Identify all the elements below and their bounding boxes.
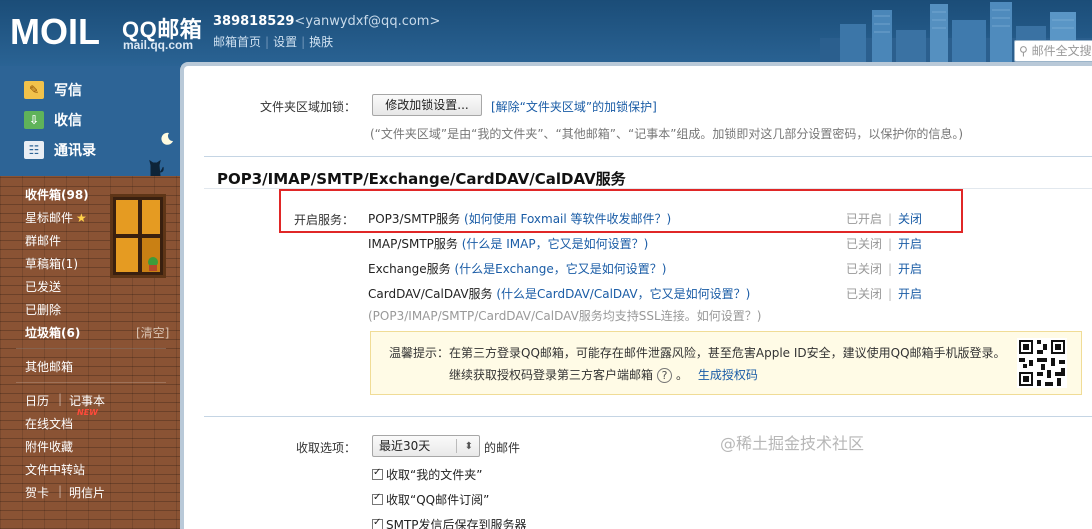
open-imap-button[interactable]: 开启 bbox=[898, 235, 922, 252]
checkbox-checked-icon[interactable] bbox=[372, 517, 383, 529]
open-exchange-button[interactable]: 开启 bbox=[898, 260, 922, 277]
online-docs-link[interactable]: 在线文档 bbox=[25, 415, 73, 432]
folder-lock-label: 文件夹区域加锁： bbox=[260, 100, 357, 114]
service-help-link[interactable]: (如何使用 Foxmail 等软件收发邮件？) bbox=[464, 212, 671, 226]
checkbox-qq-subscription[interactable]: 收取“QQ邮件订阅” bbox=[372, 491, 489, 508]
receive-mail-button[interactable]: ⇩ 收信 bbox=[24, 108, 82, 132]
close-pop3-button[interactable]: 关闭 bbox=[898, 210, 922, 227]
receive-suffix: 的邮件 bbox=[484, 441, 521, 455]
service-status: 已关闭 | bbox=[846, 287, 893, 301]
unlock-folder-link[interactable]: [解除“文件夹区域”的加锁保护] bbox=[491, 98, 657, 115]
top-links: 邮箱首页 | 设置 | 换肤 bbox=[213, 35, 334, 49]
folder-group-mail[interactable]: 群邮件 bbox=[25, 232, 61, 249]
star-icon: ★ bbox=[76, 211, 87, 225]
enable-service-label: 开启服务： bbox=[294, 213, 355, 227]
security-tip-text: 温馨提示：在第三方登录QQ邮箱，可能存在邮件泄露风险，甚至危害Apple ID安… bbox=[389, 346, 1006, 360]
folder-spam[interactable]: 垃圾箱(6) bbox=[25, 324, 80, 341]
section-title: POP3/IMAP/SMTP/Exchange/CardDAV/CalDAV服务 bbox=[217, 170, 626, 188]
service-status: 已关闭 | bbox=[846, 237, 893, 251]
generate-auth-code-link[interactable]: 生成授权码 bbox=[698, 368, 758, 382]
service-imap-smtp: IMAP/SMTP服务 (什么是 IMAP，它又是如何设置？) bbox=[368, 237, 649, 251]
qr-code-icon bbox=[1017, 338, 1067, 388]
service-status: 已关闭 | bbox=[846, 262, 893, 276]
brand-domain: mail.qq.com bbox=[123, 38, 194, 52]
top-bar: MOIL QQ邮箱 mail.qq.com 389818529<yanwydxf… bbox=[0, 0, 1092, 66]
account-line: 389818529<yanwydxf@qq.com> bbox=[213, 14, 440, 29]
contacts-card-icon: ☷ bbox=[24, 141, 44, 159]
compose-button[interactable]: ✎ 写信 bbox=[24, 78, 82, 102]
folder-list: 收件箱(98) 星标邮件 ★ 群邮件 草稿箱(1) 已发送 已删除 垃圾箱(6) … bbox=[0, 176, 180, 529]
greeting-card-link[interactable]: 贺卡 bbox=[25, 484, 49, 501]
notes-link[interactable]: 记事本 bbox=[69, 392, 105, 409]
ssl-note-link[interactable]: (POP3/IMAP/SMTP/CardDAV/CalDAV服务均支持SSL连接… bbox=[368, 307, 761, 324]
new-badge: NEW bbox=[77, 408, 98, 417]
checkbox-my-folders[interactable]: 收取“我的文件夹” bbox=[372, 466, 482, 483]
file-transfer-link[interactable]: 文件中转站 bbox=[25, 461, 85, 478]
service-pop3-smtp: POP3/SMTP服务 (如何使用 Foxmail 等软件收发邮件？) bbox=[368, 212, 672, 226]
sidebar: ✎ 写信 ⇩ 收信 ☷ 通讯录 收件箱(98) 星标邮件 ★ 群邮件 草稿箱(1)… bbox=[0, 66, 180, 529]
receive-options-label: 收取选项： bbox=[296, 441, 357, 455]
folder-drafts[interactable]: 草稿箱(1) bbox=[25, 255, 78, 272]
folder-lock-note: (“文件夹区域”是由“我的文件夹”、“其他邮箱”、“记事本”组成。加锁即对这几部… bbox=[370, 127, 964, 141]
security-tip-box: 温馨提示：在第三方登录QQ邮箱，可能存在邮件泄露风险，甚至危害Apple ID安… bbox=[370, 331, 1082, 395]
select-arrows-icon: ⬍ bbox=[464, 441, 473, 452]
inbox-download-icon: ⇩ bbox=[24, 111, 44, 129]
account-email: <yanwydxf@qq.com> bbox=[294, 14, 441, 29]
cat-silhouette-icon bbox=[149, 159, 164, 176]
svg-text:MOIL: MOIL bbox=[10, 12, 100, 52]
attachments-link[interactable]: 附件收藏 bbox=[25, 438, 73, 455]
auth-code-line: 继续获取授权码登录第三方客户端邮箱?。 生成授权码 bbox=[449, 368, 758, 383]
question-mark-icon[interactable]: ? bbox=[657, 368, 673, 383]
qq-mail-logo[interactable]: MOIL bbox=[10, 12, 120, 52]
folder-inbox[interactable]: 收件箱(98) bbox=[25, 186, 89, 203]
open-carddav-button[interactable]: 开启 bbox=[898, 285, 922, 302]
postcard-link[interactable]: 明信片 bbox=[69, 484, 105, 501]
checkbox-smtp-save[interactable]: SMTP发信后保存到服务器 bbox=[372, 516, 527, 529]
checkbox-checked-icon[interactable] bbox=[372, 467, 383, 480]
settings-panel: 文件夹区域加锁： 修改加锁设置... [解除“文件夹区域”的加锁保护] (“文件… bbox=[180, 62, 1092, 529]
service-help-link[interactable]: (什么是 IMAP，它又是如何设置？) bbox=[462, 237, 649, 251]
clear-spam-link[interactable]: [清空] bbox=[136, 324, 169, 341]
service-status: 已开启 | bbox=[846, 212, 893, 226]
section-divider bbox=[204, 416, 1092, 417]
folder-deleted[interactable]: 已删除 bbox=[25, 301, 61, 318]
folder-starred[interactable]: 星标邮件 ★ bbox=[25, 209, 87, 226]
sidebar-actions: ✎ 写信 ⇩ 收信 ☷ 通讯录 bbox=[0, 66, 180, 176]
service-help-link[interactable]: (什么是CardDAV/CalDAV，它又是如何设置？) bbox=[496, 287, 750, 301]
settings-link[interactable]: 设置 bbox=[273, 35, 297, 49]
change-skin-link[interactable]: 换肤 bbox=[309, 35, 333, 49]
calendar-link[interactable]: 日历 bbox=[25, 392, 49, 409]
checkbox-checked-icon[interactable] bbox=[372, 492, 383, 505]
folder-sent[interactable]: 已发送 bbox=[25, 278, 61, 295]
qq-number: 389818529 bbox=[213, 14, 295, 29]
plant-pot-icon bbox=[148, 257, 158, 271]
watermark: @稀土掘金技术社区 bbox=[720, 434, 865, 453]
moon-icon bbox=[161, 132, 173, 145]
contacts-button[interactable]: ☷ 通讯录 bbox=[24, 138, 96, 162]
modify-lock-button[interactable]: 修改加锁设置... bbox=[372, 94, 482, 116]
sidebar-divider bbox=[16, 348, 166, 349]
search-icon: ⚲ bbox=[1019, 44, 1028, 58]
service-exchange: Exchange服务 (什么是Exchange，它又是如何设置？) bbox=[368, 262, 667, 276]
other-mailbox-link[interactable]: 其他邮箱 bbox=[25, 358, 73, 375]
pencil-icon: ✎ bbox=[24, 81, 44, 99]
mailbox-home-link[interactable]: 邮箱首页 bbox=[213, 35, 261, 49]
service-help-link[interactable]: (什么是Exchange，它又是如何设置？) bbox=[454, 262, 666, 276]
search-input[interactable]: ⚲ 邮件全文搜 bbox=[1014, 40, 1092, 62]
receive-range-select[interactable]: 最近30天 ⬍ bbox=[372, 435, 480, 457]
section-divider bbox=[204, 156, 1092, 157]
sidebar-divider bbox=[16, 382, 166, 383]
service-carddav-caldav: CardDAV/CalDAV服务 (什么是CardDAV/CalDAV，它又是如… bbox=[368, 287, 751, 301]
